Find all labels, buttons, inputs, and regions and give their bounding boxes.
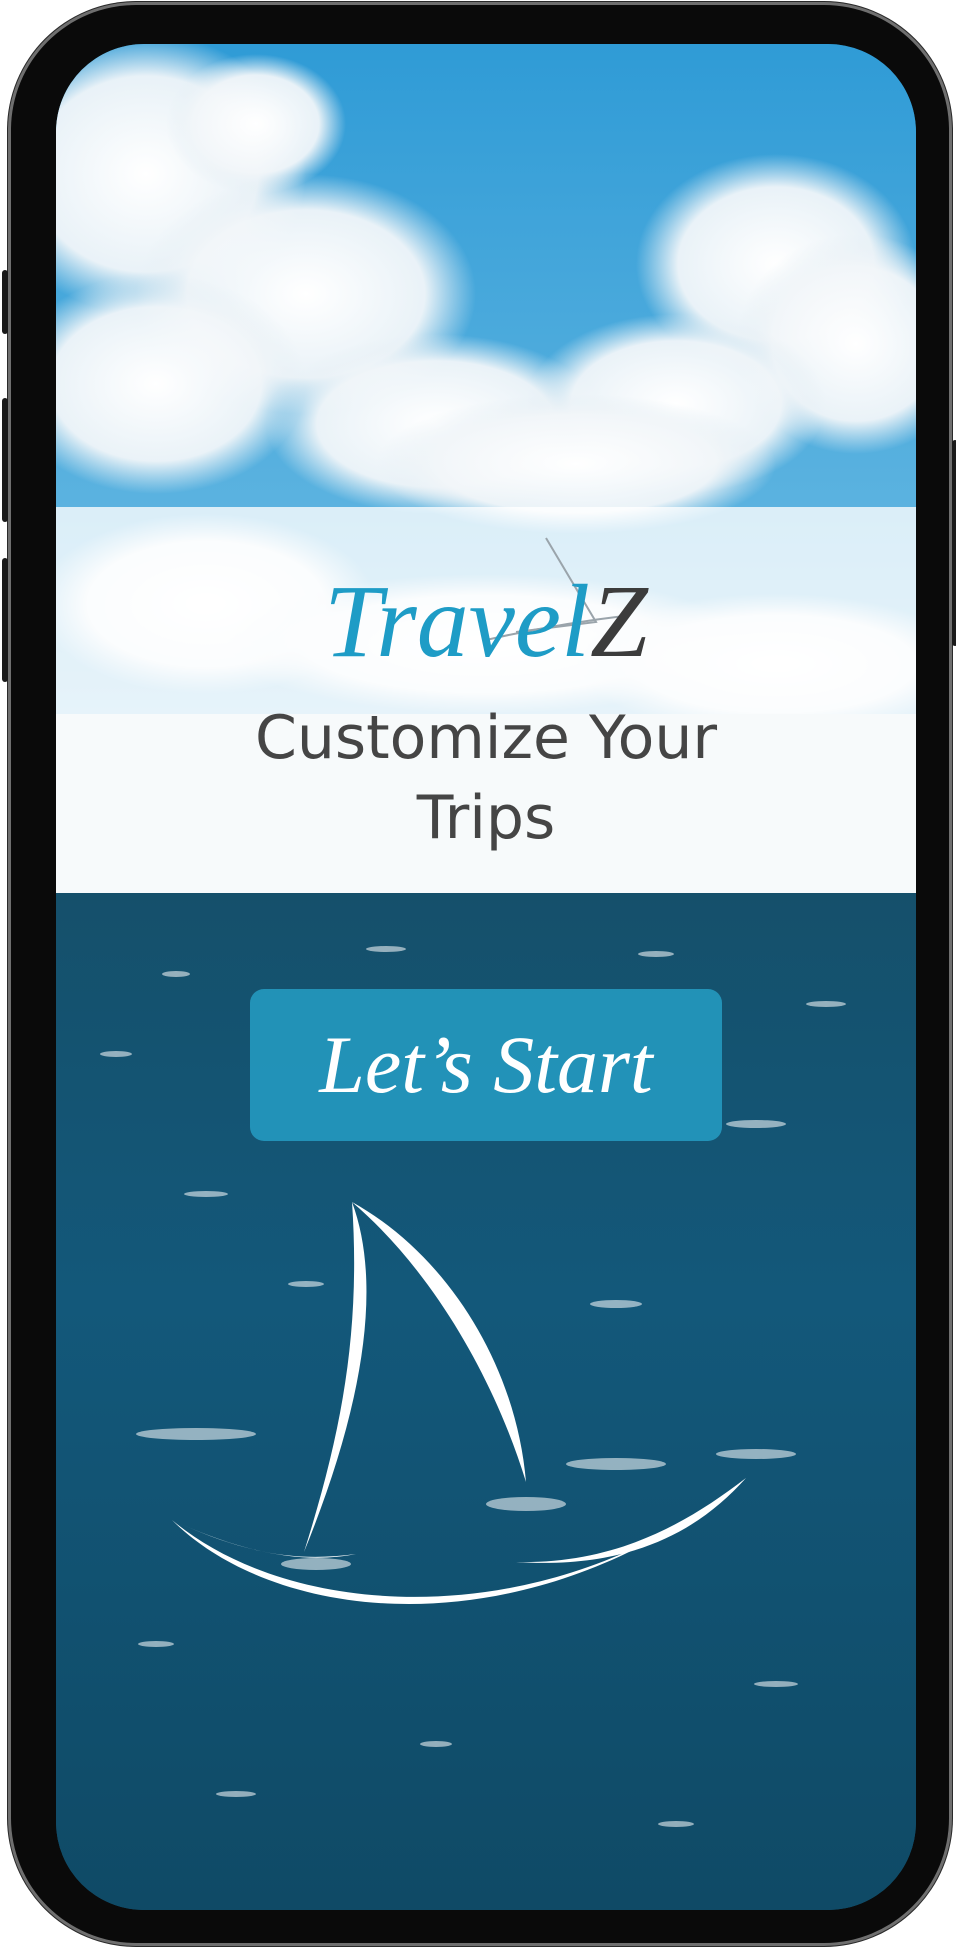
- silent-switch: [2, 270, 8, 334]
- tagline-line-1: Customize Your: [254, 703, 718, 773]
- app-screen: TravelZ Customize Your Trips Let’s Start: [56, 44, 916, 1910]
- volume-up-button: [2, 398, 8, 522]
- volume-down-button: [2, 558, 8, 682]
- brand-name: TravelZ: [56, 562, 916, 682]
- tagline-line-2: Trips: [416, 783, 556, 853]
- lets-start-button[interactable]: Let’s Start: [250, 989, 722, 1141]
- brand-name-part2: Z: [589, 564, 648, 679]
- tagline: Customize Your Trips: [56, 698, 916, 858]
- sailboat-hero-icon: [172, 1202, 746, 1605]
- brand-name-part1: Travel: [324, 564, 590, 679]
- phone-frame: TravelZ Customize Your Trips Let’s Start: [2, 2, 956, 1946]
- power-button: [952, 440, 956, 646]
- brand-logo: TravelZ: [56, 526, 916, 696]
